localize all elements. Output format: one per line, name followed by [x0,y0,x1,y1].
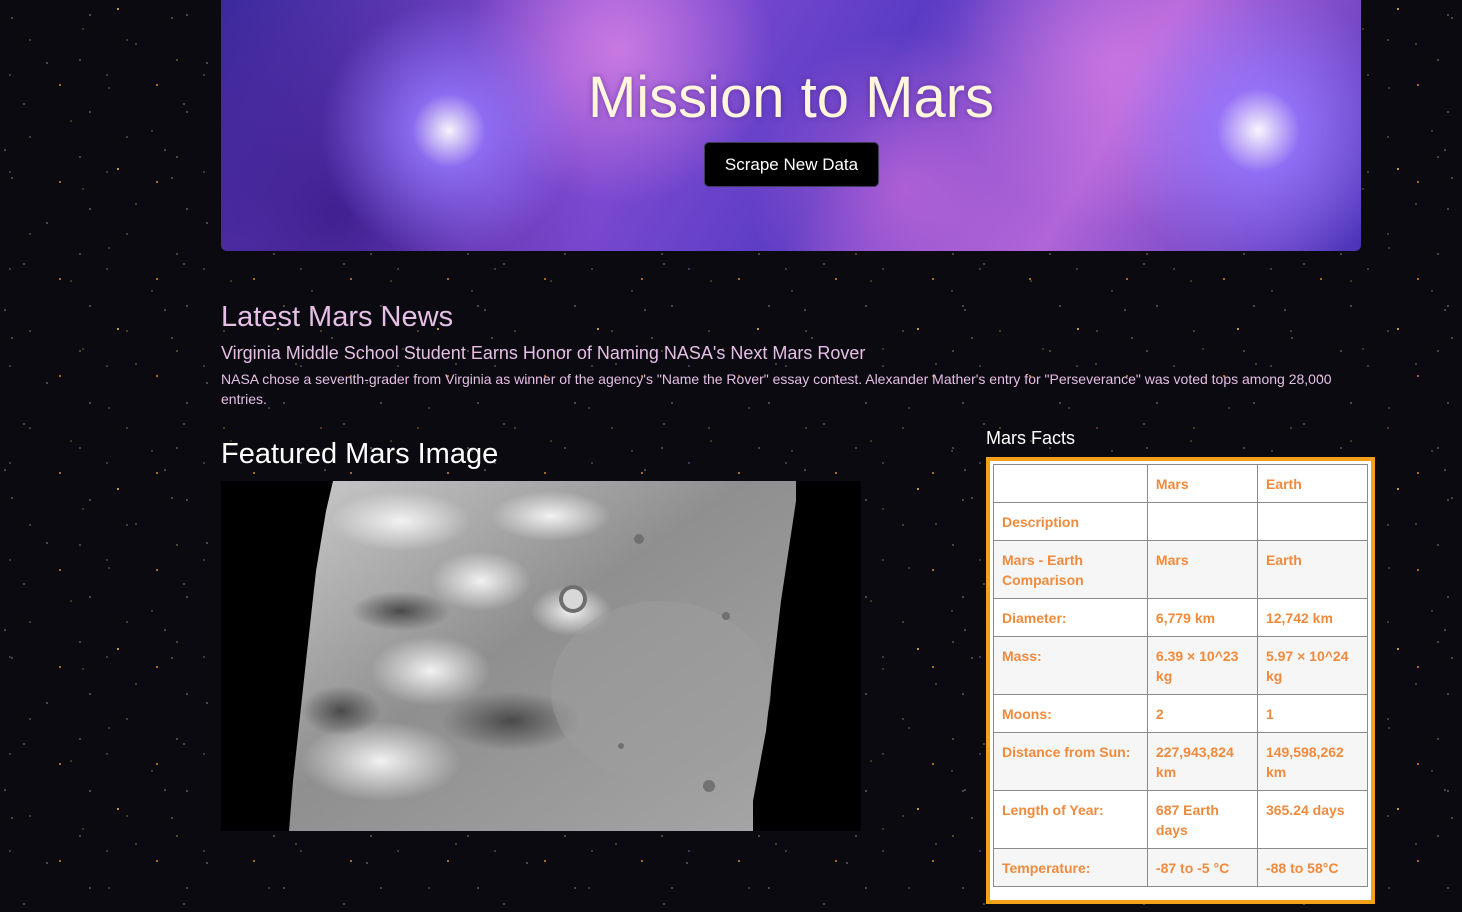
column-header: Earth [1256,464,1369,503]
scrape-new-data-button[interactable]: Scrape New Data [704,142,879,187]
page-title: Mission to Mars [587,65,995,130]
mars-facts-table: Mars Earth Description Mars - Earth Comp… [993,464,1369,887]
column-header: Mars [1146,464,1258,503]
table-row: Length of Year: 687 Earth days 365.24 da… [993,790,1369,849]
table-row: Temperature: -87 to -5 °C -88 to 58°C [993,848,1369,887]
table-cell: 6.39 × 10^23 kg [1146,636,1258,695]
table-cell: 2 [1146,694,1258,733]
news-title: Virginia Middle School Student Earns Hon… [221,343,866,363]
column-header [993,464,1148,503]
table-cell: -88 to 58°C [1256,848,1369,887]
featured-image-heading: Featured Mars Image [221,438,499,470]
latest-news-heading: Latest Mars News [221,301,454,333]
table-cell: 149,598,262 km [1256,732,1369,791]
table-cell: 687 Earth days [1146,790,1258,849]
table-cell: -87 to -5 °C [1146,848,1258,887]
table-header-row: Mars Earth [993,464,1369,503]
row-label: Moons: [993,694,1148,733]
row-label: Description [993,502,1148,541]
table-cell: Earth [1256,540,1369,599]
table-row: Mars - Earth Comparison Mars Earth [993,540,1369,599]
table-row: Mass: 6.39 × 10^23 kg 5.97 × 10^24 kg [993,636,1369,695]
table-cell: 5.97 × 10^24 kg [1256,636,1369,695]
table-cell: Mars [1146,540,1258,599]
mars-facts-table-container: Mars Earth Description Mars - Earth Comp… [986,457,1375,904]
table-row: Description [993,502,1369,541]
table-cell [1146,502,1258,541]
row-label: Mass: [993,636,1148,695]
table-cell [1256,502,1369,541]
row-label: Diameter: [993,598,1148,637]
hero-banner: Mission to Mars Scrape New Data [221,0,1361,251]
table-row: Moons: 2 1 [993,694,1369,733]
table-cell: 227,943,824 km [1146,732,1258,791]
table-cell: 365.24 days [1256,790,1369,849]
table-row: Diameter: 6,779 km 12,742 km [993,598,1369,637]
row-label: Mars - Earth Comparison [993,540,1148,599]
news-paragraph: NASA chose a seventh-grader from Virgini… [221,371,1332,407]
table-row: Distance from Sun: 227,943,824 km 149,59… [993,732,1369,791]
row-label: Temperature: [993,848,1148,887]
table-cell: 6,779 km [1146,598,1258,637]
featured-mars-image [221,481,861,831]
row-label: Length of Year: [993,790,1148,849]
table-cell: 1 [1256,694,1369,733]
row-label: Distance from Sun: [993,732,1148,791]
mars-facts-heading: Mars Facts [986,428,1076,448]
table-cell: 12,742 km [1256,598,1369,637]
mars-surface-image [221,481,861,831]
